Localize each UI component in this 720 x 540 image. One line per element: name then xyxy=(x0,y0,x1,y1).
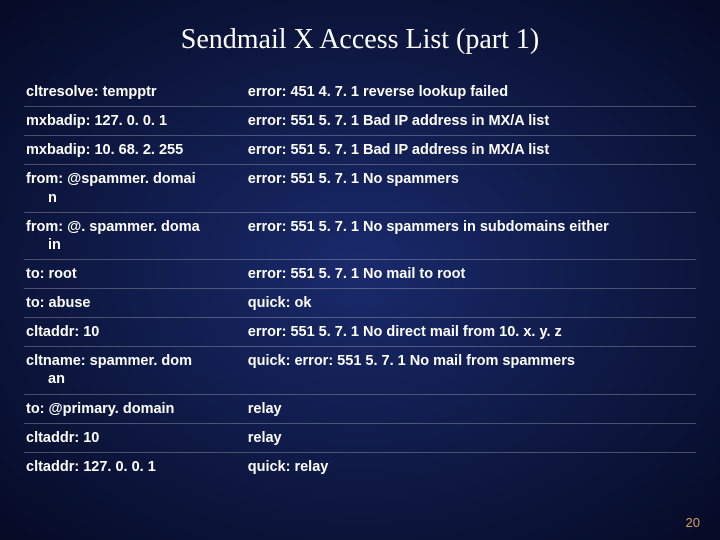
rule-value: quick: error: 551 5. 7. 1 No mail from s… xyxy=(246,347,696,394)
key-text: cltname: spammer. dom xyxy=(26,353,192,369)
key-text: from: @. spammer. doma xyxy=(26,219,200,235)
table-row: to: root error: 551 5. 7. 1 No mail to r… xyxy=(24,259,696,288)
key-text: cltaddr: 10 xyxy=(26,324,99,340)
table-row: cltname: spammer. doman quick: error: 55… xyxy=(24,347,696,394)
key-text: cltaddr: 127. 0. 0. 1 xyxy=(26,459,156,475)
key-text-wrap: an xyxy=(26,370,240,388)
rule-key: cltaddr: 127. 0. 0. 1 xyxy=(24,452,246,481)
rule-key: cltresolve: tempptr xyxy=(24,78,246,107)
rule-key: to: root xyxy=(24,259,246,288)
rule-key: mxbadip: 127. 0. 0. 1 xyxy=(24,107,246,136)
table-row: cltresolve: tempptr error: 451 4. 7. 1 r… xyxy=(24,78,696,107)
table-row: cltaddr: 127. 0. 0. 1 quick: relay xyxy=(24,452,696,481)
key-text: cltresolve: tempptr xyxy=(26,84,157,100)
rule-value: error: 451 4. 7. 1 reverse lookup failed xyxy=(246,78,696,107)
rule-value: error: 551 5. 7. 1 Bad IP address in MX/… xyxy=(246,136,696,165)
rule-value: quick: relay xyxy=(246,452,696,481)
table-row: mxbadip: 10. 68. 2. 255 error: 551 5. 7.… xyxy=(24,136,696,165)
rule-key: cltname: spammer. doman xyxy=(24,347,246,394)
table-row: cltaddr: 10 relay xyxy=(24,423,696,452)
access-list-body: cltresolve: tempptr error: 451 4. 7. 1 r… xyxy=(24,78,696,481)
key-text-wrap: in xyxy=(26,236,240,254)
rule-key: cltaddr: 10 xyxy=(24,318,246,347)
rule-value: error: 551 5. 7. 1 No spammers xyxy=(246,165,696,212)
rule-value: error: 551 5. 7. 1 No spammers in subdom… xyxy=(246,212,696,259)
table-row: cltaddr: 10 error: 551 5. 7. 1 No direct… xyxy=(24,318,696,347)
rule-value: error: 551 5. 7. 1 No mail to root xyxy=(246,259,696,288)
table-row: to: abuse quick: ok xyxy=(24,289,696,318)
key-text: cltaddr: 10 xyxy=(26,430,99,446)
key-text: to: abuse xyxy=(26,295,90,311)
slide-title: Sendmail X Access List (part 1) xyxy=(24,24,696,56)
rule-key: mxbadip: 10. 68. 2. 255 xyxy=(24,136,246,165)
key-text: mxbadip: 127. 0. 0. 1 xyxy=(26,113,167,129)
table-row: to: @primary. domain relay xyxy=(24,394,696,423)
rule-key: from: @spammer. domai n xyxy=(24,165,246,212)
rule-key: from: @. spammer. domain xyxy=(24,212,246,259)
key-text: mxbadip: 10. 68. 2. 255 xyxy=(26,142,183,158)
table-row: from: @. spammer. domain error: 551 5. 7… xyxy=(24,212,696,259)
rule-key: to: abuse xyxy=(24,289,246,318)
key-text-wrap: n xyxy=(26,189,240,207)
page-number: 20 xyxy=(686,515,700,530)
rule-value: quick: ok xyxy=(246,289,696,318)
rule-value: error: 551 5. 7. 1 No direct mail from 1… xyxy=(246,318,696,347)
table-row: mxbadip: 127. 0. 0. 1 error: 551 5. 7. 1… xyxy=(24,107,696,136)
key-text: to: root xyxy=(26,266,77,282)
table-row: from: @spammer. domai n error: 551 5. 7. … xyxy=(24,165,696,212)
rule-key: to: @primary. domain xyxy=(24,394,246,423)
slide: Sendmail X Access List (part 1) cltresol… xyxy=(0,0,720,540)
access-list-table: cltresolve: tempptr error: 451 4. 7. 1 r… xyxy=(24,78,696,481)
rule-value: relay xyxy=(246,423,696,452)
rule-key: cltaddr: 10 xyxy=(24,423,246,452)
key-text: from: @spammer. domai xyxy=(26,171,196,187)
key-text: to: @primary. domain xyxy=(26,401,174,417)
rule-value: relay xyxy=(246,394,696,423)
rule-value: error: 551 5. 7. 1 Bad IP address in MX/… xyxy=(246,107,696,136)
